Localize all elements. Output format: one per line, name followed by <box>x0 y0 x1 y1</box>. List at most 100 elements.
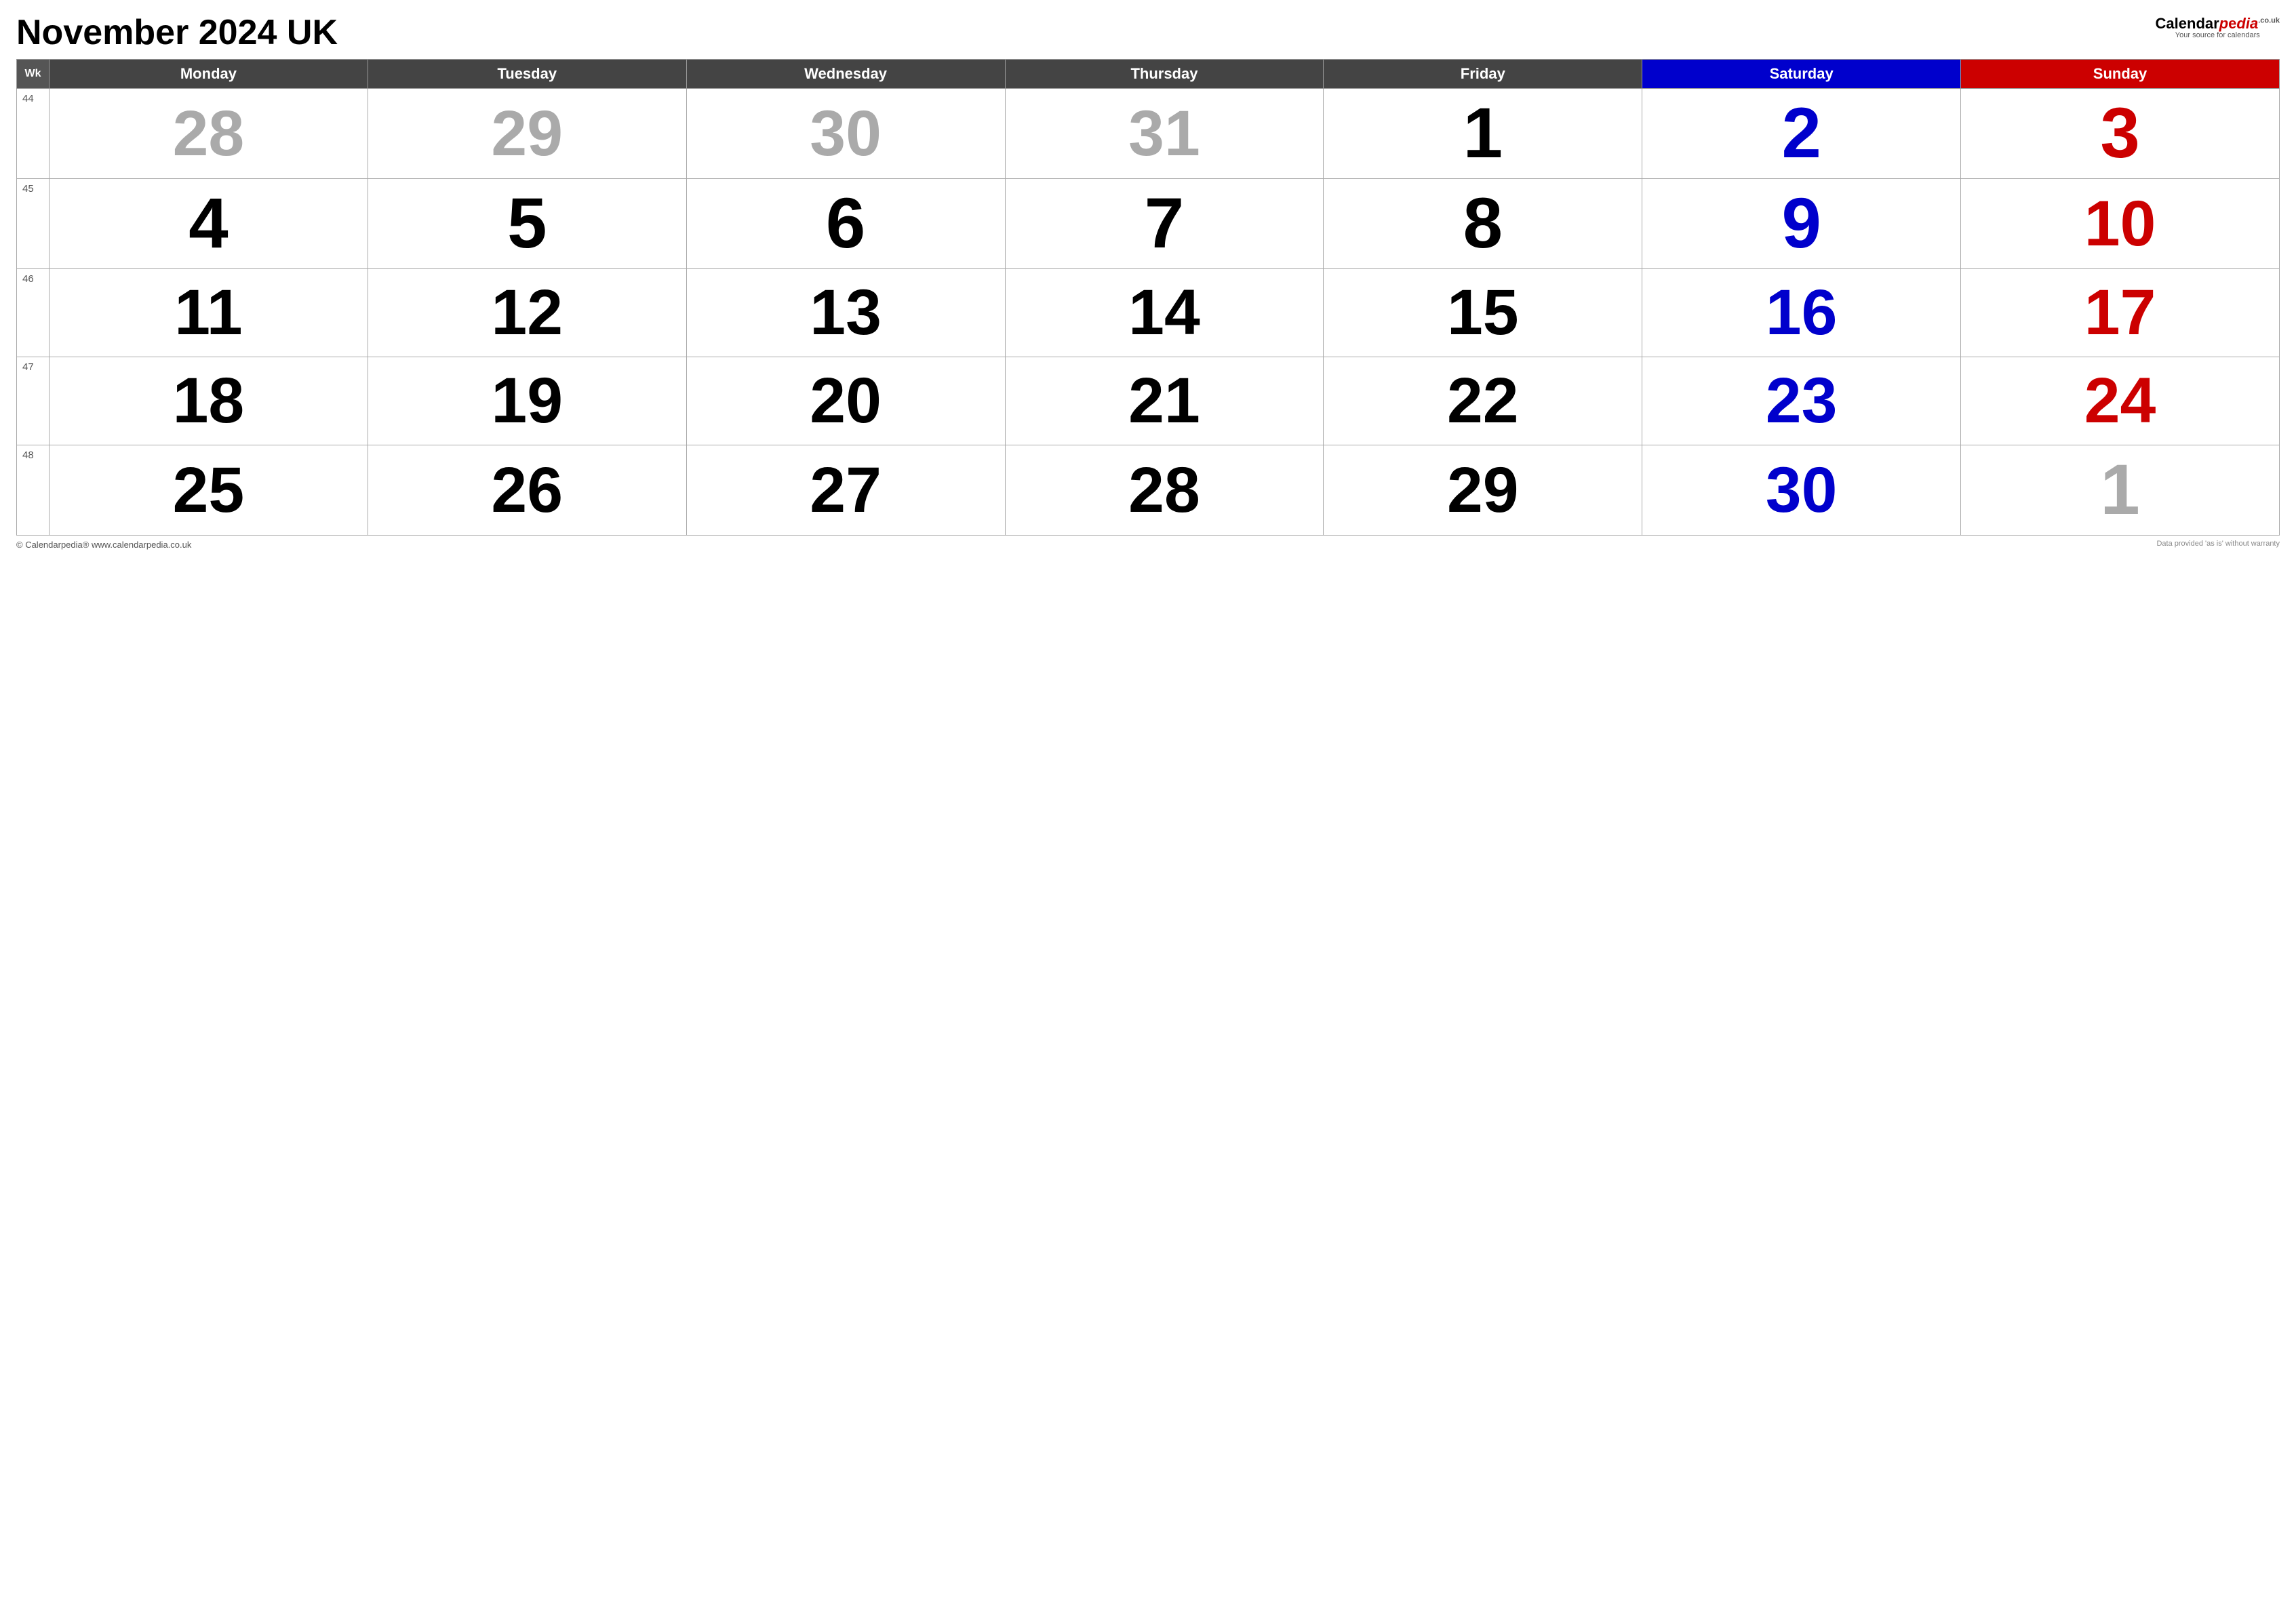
footer-right: Data provided 'as is' without warranty <box>2156 540 2280 550</box>
day-number: 25 <box>55 449 362 531</box>
week-number: 48 <box>17 445 50 536</box>
col-header-saturday: Saturday <box>1642 60 1961 89</box>
day-cell[interactable]: 6 <box>686 179 1005 269</box>
day-number: 12 <box>374 273 681 353</box>
day-cell[interactable]: 1 <box>1324 89 1642 179</box>
day-cell[interactable]: 9 <box>1642 179 1961 269</box>
day-number: 8 <box>1329 183 1636 264</box>
day-cell[interactable]: 28 <box>1005 445 1324 536</box>
day-number: 9 <box>1648 183 1955 264</box>
week-number: 45 <box>17 179 50 269</box>
day-number: 7 <box>1011 183 1318 264</box>
day-cell[interactable]: 29 <box>368 89 686 179</box>
col-header-monday: Monday <box>50 60 368 89</box>
calendar-row: 482526272829301 <box>17 445 2280 536</box>
col-header-tuesday: Tuesday <box>368 60 686 89</box>
day-cell[interactable]: 30 <box>686 89 1005 179</box>
day-cell[interactable]: 26 <box>368 445 686 536</box>
day-number: 24 <box>1966 361 2274 441</box>
day-cell[interactable]: 16 <box>1642 269 1961 357</box>
page-header: November 2024 UK Calendarpedia.co.uk You… <box>16 14 2280 52</box>
day-cell[interactable]: 2 <box>1642 89 1961 179</box>
day-number: 22 <box>1329 361 1636 441</box>
logo-calendar: Calendar <box>2156 15 2219 32</box>
footer-left: © Calendarpedia® www.calendarpedia.co.uk <box>16 540 191 550</box>
day-cell[interactable]: 19 <box>368 357 686 445</box>
week-number: 44 <box>17 89 50 179</box>
col-header-thursday: Thursday <box>1005 60 1324 89</box>
day-cell[interactable]: 24 <box>1961 357 2280 445</box>
day-cell[interactable]: 12 <box>368 269 686 357</box>
page-title: November 2024 UK <box>16 14 338 52</box>
calendar-table: Wk Monday Tuesday Wednesday Thursday Fri… <box>16 59 2280 536</box>
col-header-sunday: Sunday <box>1961 60 2280 89</box>
day-cell[interactable]: 22 <box>1324 357 1642 445</box>
day-number: 31 <box>1011 93 1318 174</box>
week-number: 46 <box>17 269 50 357</box>
week-number: 47 <box>17 357 50 445</box>
day-number: 4 <box>55 183 362 264</box>
logo-pedia: pedia <box>2219 15 2259 32</box>
day-number: 21 <box>1011 361 1318 441</box>
day-cell[interactable]: 27 <box>686 445 1005 536</box>
calendar-row: 4611121314151617 <box>17 269 2280 357</box>
day-number: 30 <box>1648 449 1955 531</box>
logo-text: Calendarpedia.co.uk <box>2156 16 2280 31</box>
day-number: 16 <box>1648 273 1955 353</box>
day-number: 6 <box>692 183 999 264</box>
footer: © Calendarpedia® www.calendarpedia.co.uk… <box>16 540 2280 550</box>
calendar-row: 4428293031123 <box>17 89 2280 179</box>
day-number: 1 <box>1329 93 1636 174</box>
day-cell[interactable]: 7 <box>1005 179 1324 269</box>
day-cell[interactable]: 28 <box>50 89 368 179</box>
day-cell[interactable]: 23 <box>1642 357 1961 445</box>
day-number: 5 <box>374 183 681 264</box>
day-cell[interactable]: 25 <box>50 445 368 536</box>
day-number: 15 <box>1329 273 1636 353</box>
day-number: 30 <box>692 93 999 174</box>
day-number: 26 <box>374 449 681 531</box>
calendar-row: 4545678910 <box>17 179 2280 269</box>
day-number: 17 <box>1966 273 2274 353</box>
day-number: 19 <box>374 361 681 441</box>
header-row: Wk Monday Tuesday Wednesday Thursday Fri… <box>17 60 2280 89</box>
day-cell[interactable]: 13 <box>686 269 1005 357</box>
day-number: 29 <box>1329 449 1636 531</box>
day-number: 28 <box>1011 449 1318 531</box>
calendar-row: 4718192021222324 <box>17 357 2280 445</box>
day-number: 29 <box>374 93 681 174</box>
day-number: 13 <box>692 273 999 353</box>
day-number: 1 <box>1966 449 2274 531</box>
logo: Calendarpedia.co.uk Your source for cale… <box>2156 16 2280 39</box>
day-cell[interactable]: 20 <box>686 357 1005 445</box>
day-number: 2 <box>1648 93 1955 174</box>
day-cell[interactable]: 29 <box>1324 445 1642 536</box>
day-cell[interactable]: 5 <box>368 179 686 269</box>
day-cell[interactable]: 31 <box>1005 89 1324 179</box>
day-cell[interactable]: 18 <box>50 357 368 445</box>
day-cell[interactable]: 8 <box>1324 179 1642 269</box>
day-cell[interactable]: 14 <box>1005 269 1324 357</box>
day-number: 14 <box>1011 273 1318 353</box>
day-cell[interactable]: 11 <box>50 269 368 357</box>
day-cell[interactable]: 21 <box>1005 357 1324 445</box>
day-number: 3 <box>1966 93 2274 174</box>
day-number: 10 <box>1966 183 2274 264</box>
day-cell[interactable]: 1 <box>1961 445 2280 536</box>
col-header-wednesday: Wednesday <box>686 60 1005 89</box>
logo-subtext: Your source for calendars <box>2156 31 2280 39</box>
day-number: 11 <box>55 273 362 353</box>
logo-tld: .co.uk <box>2258 17 2280 25</box>
day-cell[interactable]: 3 <box>1961 89 2280 179</box>
day-number: 20 <box>692 361 999 441</box>
day-number: 18 <box>55 361 362 441</box>
day-cell[interactable]: 17 <box>1961 269 2280 357</box>
day-number: 27 <box>692 449 999 531</box>
day-cell[interactable]: 10 <box>1961 179 2280 269</box>
day-cell[interactable]: 30 <box>1642 445 1961 536</box>
day-cell[interactable]: 15 <box>1324 269 1642 357</box>
day-cell[interactable]: 4 <box>50 179 368 269</box>
day-number: 23 <box>1648 361 1955 441</box>
col-header-wk: Wk <box>17 60 50 89</box>
day-number: 28 <box>55 93 362 174</box>
